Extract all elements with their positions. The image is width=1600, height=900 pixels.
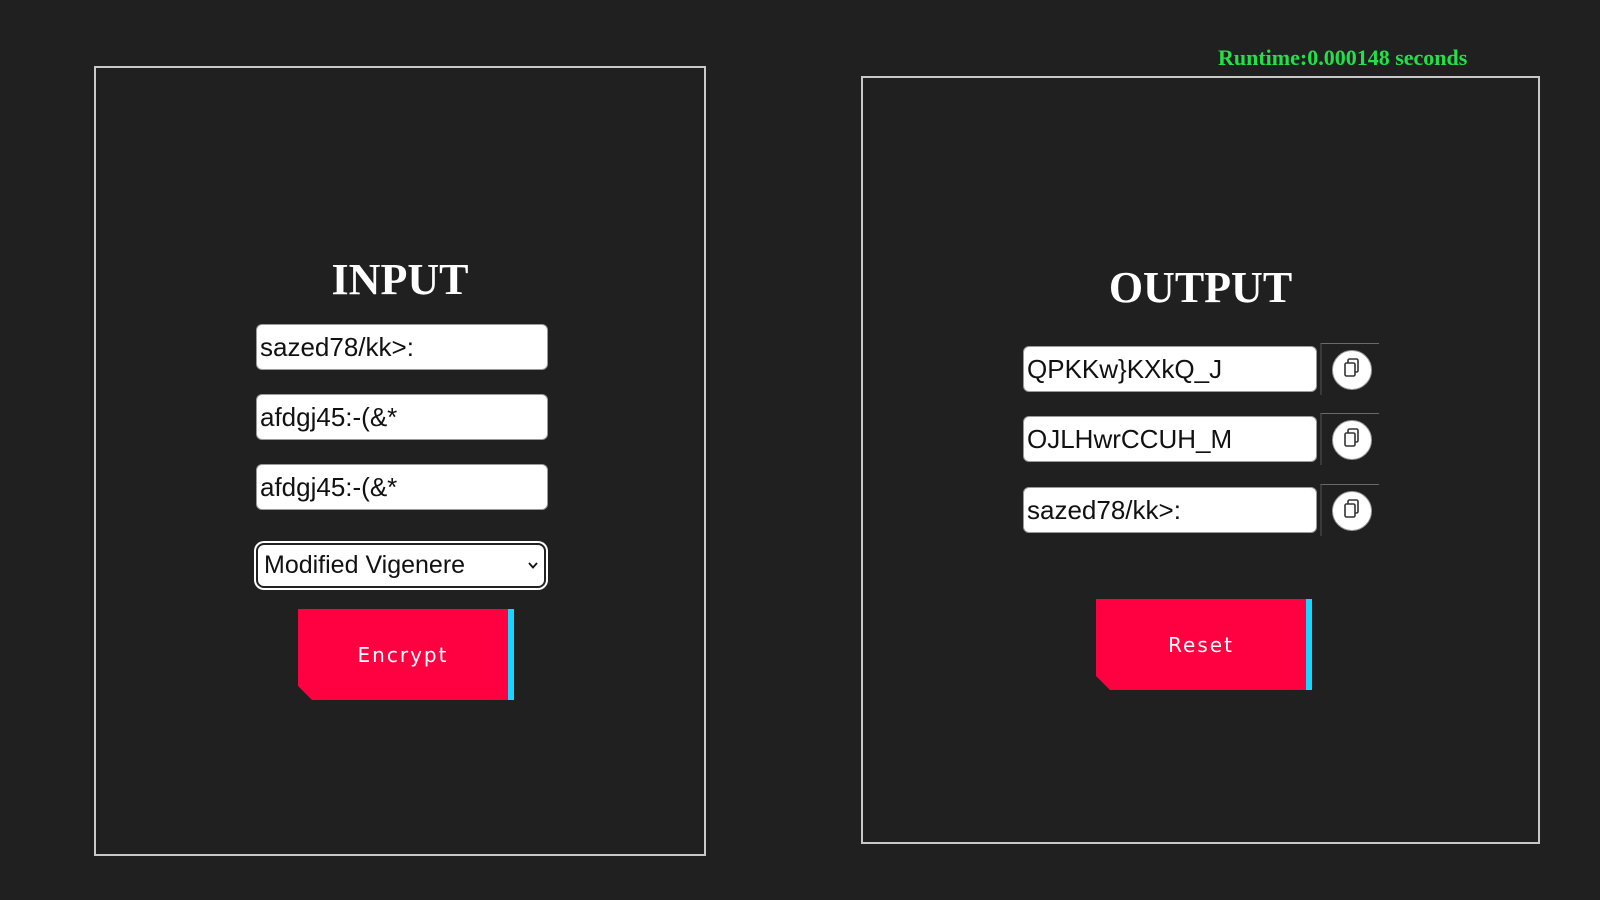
key-input[interactable] xyxy=(256,394,548,440)
chevron-down-icon xyxy=(528,561,538,571)
reset-button-label: Reset xyxy=(1168,632,1234,657)
copy-ciphertext-button[interactable] xyxy=(1332,350,1372,390)
plaintext-input[interactable] xyxy=(256,324,548,370)
key-output[interactable] xyxy=(1023,416,1317,462)
encrypt-button[interactable]: Encrypt xyxy=(298,609,514,700)
input-heading: INPUT xyxy=(331,255,469,304)
copy-icon xyxy=(1343,498,1361,524)
ciphertext-output[interactable] xyxy=(1023,346,1317,392)
cipher-select[interactable]: Modified Vigenere xyxy=(256,543,546,588)
copy-icon xyxy=(1343,427,1361,453)
page: Runtime:0.000148 seconds INPUT Modified … xyxy=(0,0,1600,900)
output-heading: OUTPUT xyxy=(1108,263,1293,312)
copy-icon xyxy=(1343,357,1361,383)
cipher-select-value: Modified Vigenere xyxy=(264,551,466,579)
copy-cell xyxy=(1320,343,1379,395)
encrypt-button-label: Encrypt xyxy=(357,642,449,667)
output-panel: OUTPUT QPKKw}KXkQ_J OJLHwrCCUH_M sazed78… xyxy=(861,76,1540,844)
copy-cell xyxy=(1320,413,1379,465)
decrypted-output[interactable] xyxy=(1023,487,1317,533)
runtime-label: Runtime:0.000148 seconds xyxy=(1218,45,1468,70)
copy-cell xyxy=(1320,484,1379,536)
copy-decrypted-button[interactable] xyxy=(1332,491,1372,531)
reset-button[interactable]: Reset xyxy=(1096,599,1312,690)
input-panel: INPUT Modified Vigenere Encrypt xyxy=(94,66,706,856)
key-confirm-input[interactable] xyxy=(256,464,548,510)
copy-key-button[interactable] xyxy=(1332,420,1372,460)
